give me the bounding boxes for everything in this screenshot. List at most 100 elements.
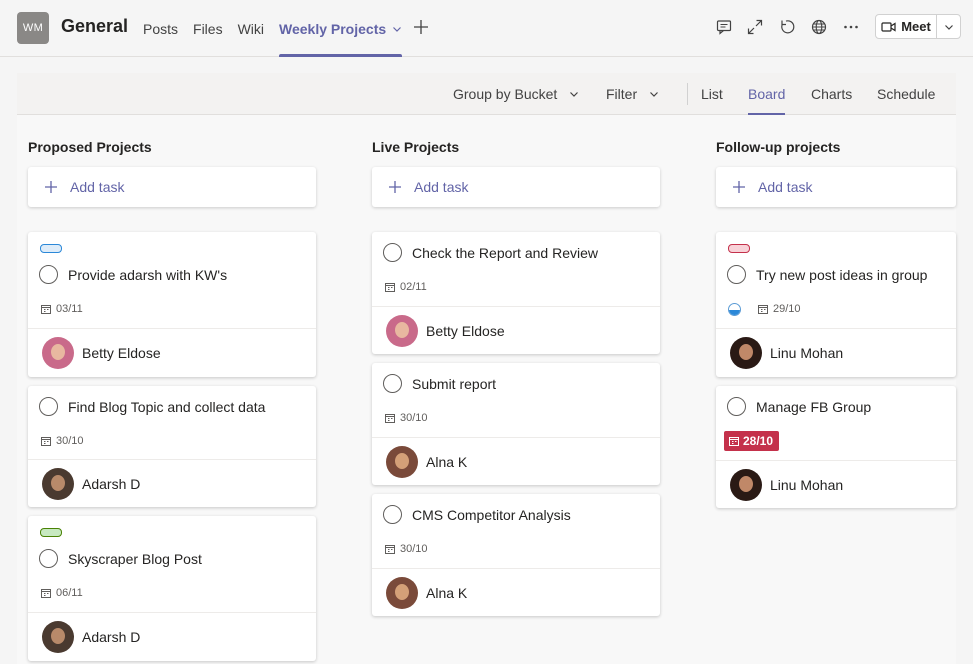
due-date: 29/10 bbox=[758, 303, 801, 315]
assignee[interactable]: Betty Eldose bbox=[42, 337, 161, 369]
planner-toolbar: Group by Bucket Filter List Board Charts… bbox=[17, 73, 956, 115]
complete-checkbox[interactable] bbox=[383, 243, 402, 262]
bucket-title[interactable]: Live Projects bbox=[372, 139, 459, 155]
card-divider bbox=[716, 460, 956, 461]
task-title-row: CMS Competitor Analysis bbox=[383, 505, 571, 524]
calendar-icon bbox=[41, 436, 51, 446]
complete-checkbox[interactable] bbox=[727, 397, 746, 416]
view-list[interactable]: List bbox=[701, 73, 723, 115]
assignee[interactable]: Alna K bbox=[386, 446, 467, 478]
add-task-button[interactable]: Add task bbox=[716, 167, 956, 207]
chevron-down-icon bbox=[569, 89, 579, 99]
globe-icon[interactable] bbox=[809, 17, 829, 37]
overdue-badge: 28/10 bbox=[724, 431, 780, 451]
task-title[interactable]: Skyscraper Blog Post bbox=[68, 551, 202, 567]
due-date-text: 30/10 bbox=[400, 412, 428, 424]
meet-main-button[interactable]: Meet bbox=[876, 15, 936, 38]
more-icon[interactable] bbox=[841, 17, 861, 37]
assignee[interactable]: Adarsh D bbox=[42, 468, 140, 500]
card-divider bbox=[716, 328, 956, 329]
bucket-title[interactable]: Proposed Projects bbox=[28, 139, 152, 155]
meet-dropdown[interactable] bbox=[936, 15, 960, 38]
avatar bbox=[386, 315, 418, 347]
task-title[interactable]: Manage FB Group bbox=[756, 399, 871, 415]
meet-button[interactable]: Meet bbox=[875, 14, 961, 39]
chat-icon[interactable] bbox=[714, 17, 734, 37]
complete-checkbox[interactable] bbox=[727, 265, 746, 284]
assignee-name: Adarsh D bbox=[82, 476, 141, 492]
chevron-down-icon bbox=[944, 22, 954, 32]
complete-checkbox[interactable] bbox=[39, 549, 58, 568]
tab-wiki[interactable]: Wiki bbox=[238, 0, 264, 57]
task-title-row: Manage FB Group bbox=[727, 397, 871, 416]
avatar bbox=[42, 468, 74, 500]
task-title[interactable]: CMS Competitor Analysis bbox=[412, 507, 571, 523]
task-card[interactable]: Try new post ideas in group 29/10 Linu M… bbox=[716, 232, 956, 377]
group-by-dropdown[interactable]: Group by Bucket bbox=[453, 73, 579, 115]
due-date-text: 29/10 bbox=[773, 303, 801, 315]
task-title[interactable]: Check the Report and Review bbox=[412, 245, 598, 261]
assignee-name: Alna K bbox=[426, 585, 468, 601]
refresh-icon[interactable] bbox=[777, 17, 797, 37]
plus-icon bbox=[388, 180, 402, 194]
task-title[interactable]: Try new post ideas in group bbox=[756, 267, 927, 283]
assignee[interactable]: Linu Mohan bbox=[730, 469, 843, 501]
team-avatar[interactable]: WM bbox=[17, 12, 49, 44]
tab-weekly-projects[interactable]: Weekly Projects bbox=[279, 0, 403, 57]
card-divider bbox=[28, 328, 316, 329]
task-card[interactable]: Manage FB Group 28/10 Linu Mohan bbox=[716, 386, 956, 508]
task-card[interactable]: CMS Competitor Analysis 30/10 Alna K bbox=[372, 494, 660, 616]
assignee-name: Adarsh D bbox=[82, 629, 141, 645]
task-card[interactable]: Check the Report and Review 02/11 Betty … bbox=[372, 232, 660, 354]
calendar-icon bbox=[41, 304, 51, 314]
assignee[interactable]: Betty Eldose bbox=[386, 315, 505, 347]
assignee[interactable]: Linu Mohan bbox=[730, 337, 843, 369]
complete-checkbox[interactable] bbox=[39, 265, 58, 284]
plus-icon bbox=[44, 180, 58, 194]
view-schedule[interactable]: Schedule bbox=[877, 73, 935, 115]
task-title[interactable]: Submit report bbox=[412, 376, 496, 392]
filter-dropdown[interactable]: Filter bbox=[606, 73, 659, 115]
planner-board: Group by Bucket Filter List Board Charts… bbox=[17, 73, 956, 664]
expand-icon[interactable] bbox=[745, 17, 765, 37]
add-tab-icon[interactable] bbox=[411, 17, 431, 37]
assignee-name: Linu Mohan bbox=[770, 345, 844, 361]
complete-checkbox[interactable] bbox=[383, 505, 402, 524]
filter-label: Filter bbox=[606, 86, 638, 102]
due-date-text: 28/10 bbox=[743, 434, 774, 448]
assignee-name: Betty Eldose bbox=[426, 323, 505, 339]
tab-files[interactable]: Files bbox=[193, 0, 223, 57]
view-board[interactable]: Board bbox=[748, 73, 786, 115]
assignee-name: Linu Mohan bbox=[770, 477, 844, 493]
label-tag bbox=[40, 528, 62, 537]
channel-header: WM General Posts Files Wiki Weekly Proje… bbox=[0, 0, 973, 57]
calendar-icon bbox=[385, 544, 395, 554]
avatar bbox=[386, 446, 418, 478]
add-task-button[interactable]: Add task bbox=[28, 167, 316, 207]
task-title[interactable]: Find Blog Topic and collect data bbox=[68, 399, 265, 415]
tab-posts[interactable]: Posts bbox=[143, 0, 178, 57]
task-card[interactable]: Skyscraper Blog Post 06/11 Adarsh D bbox=[28, 516, 316, 661]
task-card[interactable]: Find Blog Topic and collect data 30/10 A… bbox=[28, 386, 316, 507]
complete-checkbox[interactable] bbox=[39, 397, 58, 416]
avatar bbox=[42, 621, 74, 653]
complete-checkbox[interactable] bbox=[383, 374, 402, 393]
task-card[interactable]: Provide adarsh with KW's 03/11 Betty Eld… bbox=[28, 232, 316, 377]
toolbar-divider bbox=[687, 83, 688, 105]
calendar-icon bbox=[758, 304, 768, 314]
task-title[interactable]: Provide adarsh with KW's bbox=[68, 267, 227, 283]
due-date-text: 30/10 bbox=[56, 435, 84, 447]
add-task-label: Add task bbox=[70, 179, 125, 195]
task-title-row: Try new post ideas in group bbox=[727, 265, 927, 284]
add-task-button[interactable]: Add task bbox=[372, 167, 660, 207]
due-date-text: 06/11 bbox=[56, 587, 83, 599]
assignee[interactable]: Alna K bbox=[386, 577, 467, 609]
bucket-title[interactable]: Follow-up projects bbox=[716, 139, 840, 155]
task-title-row: Provide adarsh with KW's bbox=[39, 265, 227, 284]
view-charts[interactable]: Charts bbox=[811, 73, 852, 115]
assignee[interactable]: Adarsh D bbox=[42, 621, 140, 653]
task-card[interactable]: Submit report 30/10 Alna K bbox=[372, 363, 660, 485]
chevron-down-icon[interactable] bbox=[392, 24, 402, 34]
tab-weekly-projects-label: Weekly Projects bbox=[279, 20, 387, 37]
task-title-row: Check the Report and Review bbox=[383, 243, 598, 262]
